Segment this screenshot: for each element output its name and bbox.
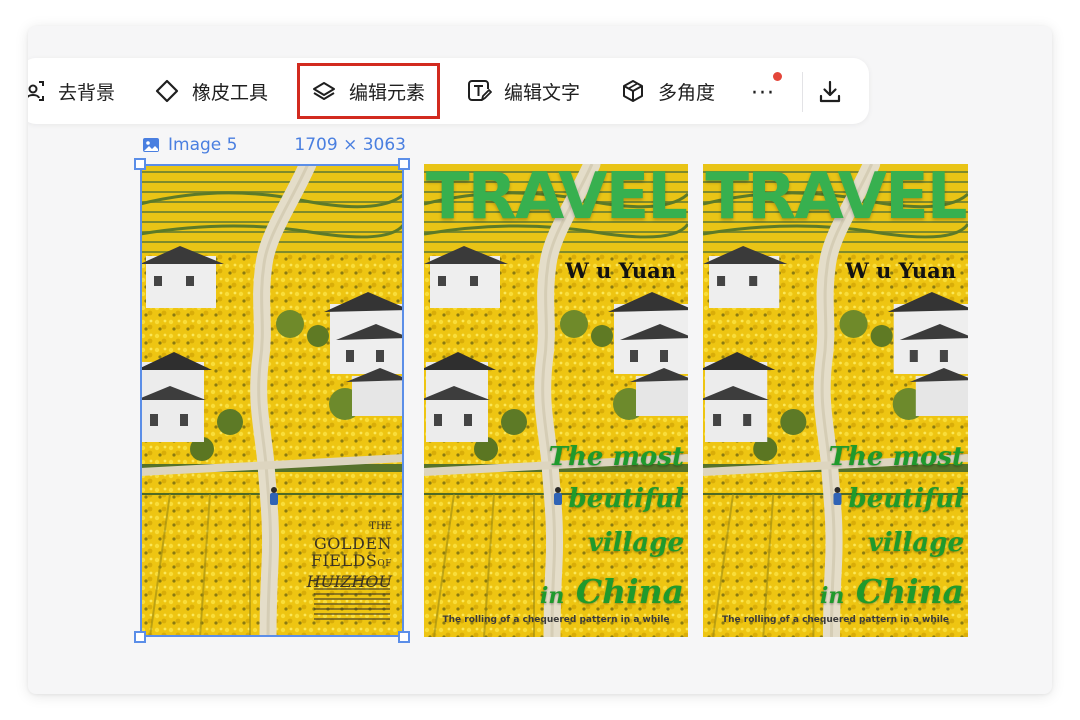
eraser-button[interactable]: 橡皮工具 — [154, 66, 268, 116]
place-name: W u Yuan — [565, 258, 676, 283]
canola-field-photo — [424, 164, 688, 637]
edit-text-label: 编辑文字 — [504, 81, 581, 104]
image-icon — [143, 138, 159, 152]
poster-footer: The rolling of a chequered pattern in a … — [721, 615, 950, 625]
tagline-line-4: in China — [820, 572, 964, 611]
toolbar-divider — [802, 72, 803, 112]
selection-frame — [140, 164, 404, 637]
download-icon — [819, 80, 841, 103]
canola-field-photo — [703, 164, 968, 637]
notification-dot — [773, 72, 782, 81]
download-button[interactable] — [812, 74, 848, 110]
design-canvas[interactable]: 去背景 橡皮工具 编辑元素 编辑文字 多角度 ··· Image 5 1709 … — [28, 26, 1052, 694]
multi-angle-button[interactable]: 多角度 — [620, 66, 715, 116]
tagline-in: in — [539, 583, 565, 609]
resize-handle-top-right[interactable] — [398, 158, 410, 170]
selection-label: Image 5 1709 × 3063 — [142, 132, 406, 158]
more-icon: ··· — [751, 80, 775, 106]
more-button[interactable]: ··· — [743, 78, 783, 108]
remove-background-button[interactable]: 去背景 — [28, 66, 115, 116]
resize-handle-bottom-right[interactable] — [398, 631, 410, 643]
travel-title: TRAVEL — [705, 164, 967, 234]
resize-handle-bottom-left[interactable] — [134, 631, 146, 643]
remove-background-label: 去背景 — [58, 81, 116, 104]
resize-handle-top-left[interactable] — [134, 158, 146, 170]
poster-footer: The rolling of a chequered pattern in a … — [442, 615, 670, 625]
selection-name: Image 5 — [168, 135, 238, 155]
multi-angle-label: 多角度 — [658, 81, 716, 104]
layers-icon — [313, 82, 335, 100]
image-toolbar: 去背景 橡皮工具 编辑元素 编辑文字 多角度 ··· — [28, 58, 869, 124]
edit-text-button[interactable]: 编辑文字 — [466, 66, 580, 116]
edit-text-icon — [468, 80, 492, 101]
edit-elements-label: 编辑元素 — [349, 81, 426, 104]
travel-poster-1[interactable]: TRAVEL W u Yuan The most beutiful villag… — [424, 164, 688, 637]
tagline-country: China — [575, 572, 684, 611]
travel-title: TRAVEL — [425, 164, 688, 234]
tagline-in: in — [819, 583, 845, 609]
tagline-country: China — [855, 572, 964, 611]
eraser-label: 橡皮工具 — [192, 81, 269, 104]
tagline-line-3: village — [587, 528, 684, 558]
place-name: W u Yuan — [845, 258, 956, 283]
selection-dimensions: 1709 × 3063 — [294, 135, 406, 155]
remove-background-icon — [28, 81, 44, 101]
tagline-line-4: in China — [540, 572, 684, 611]
cube-icon — [623, 80, 643, 102]
eraser-icon — [155, 79, 179, 103]
tagline-line-2: beutiful — [848, 484, 964, 514]
tagline-line-1: The most — [828, 442, 964, 472]
tagline-line-2: beutiful — [568, 484, 684, 514]
edit-elements-button[interactable]: 编辑元素 — [297, 63, 440, 119]
tagline-line-3: village — [867, 528, 964, 558]
tagline-line-1: The most — [548, 442, 684, 472]
travel-poster-2[interactable]: TRAVEL W u Yuan The most beutiful villag… — [703, 164, 968, 637]
